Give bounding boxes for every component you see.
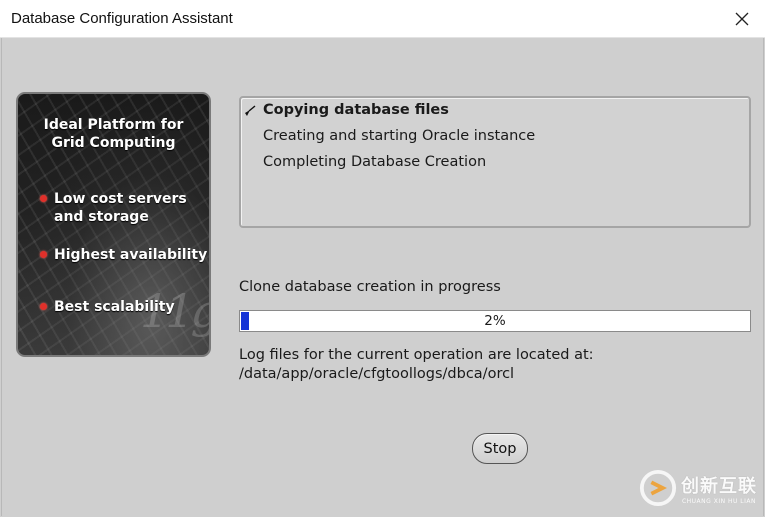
progress-bar: 2% <box>239 310 751 332</box>
window-title: Database Configuration Assistant <box>11 10 233 27</box>
close-button[interactable] <box>719 0 765 38</box>
step-item: Creating and starting Oracle instance <box>263 128 536 144</box>
bullet-dot-icon <box>40 195 47 202</box>
promo-bullet: Highest availability <box>40 246 209 264</box>
step-item: Copying database files <box>263 102 449 118</box>
step-item: Completing Database Creation <box>263 154 487 170</box>
bullet-dot-icon <box>40 303 47 310</box>
promo-panel: 11g Ideal Platform for Grid Computing Lo… <box>16 92 211 357</box>
watermark-logo-icon <box>639 469 677 507</box>
title-bar: Database Configuration Assistant <box>0 0 765 38</box>
bullet-dot-icon <box>40 251 47 258</box>
progress-label: Clone database creation in progress <box>239 279 501 295</box>
close-icon <box>735 12 749 26</box>
stop-button[interactable]: Stop <box>472 433 528 464</box>
log-location-label: Log files for the current operation are … <box>239 347 594 363</box>
current-step-arrow-icon <box>245 105 256 116</box>
watermark-text: 创新互联 <box>681 475 757 497</box>
steps-list: Copying database files Creating and star… <box>239 96 751 228</box>
promo-bullet: Best scalability <box>40 298 209 316</box>
site-watermark: 创新互联 CHUANG XIN HU LIAN <box>639 469 757 507</box>
promo-title: Ideal Platform for Grid Computing <box>43 117 184 151</box>
promo-bullet: Low cost servers and storage <box>40 190 209 226</box>
progress-percent: 2% <box>484 313 506 329</box>
watermark-subtext: CHUANG XIN HU LIAN <box>681 497 757 505</box>
log-location-path: /data/app/oracle/cfgtoollogs/dbca/orcl <box>239 366 515 382</box>
